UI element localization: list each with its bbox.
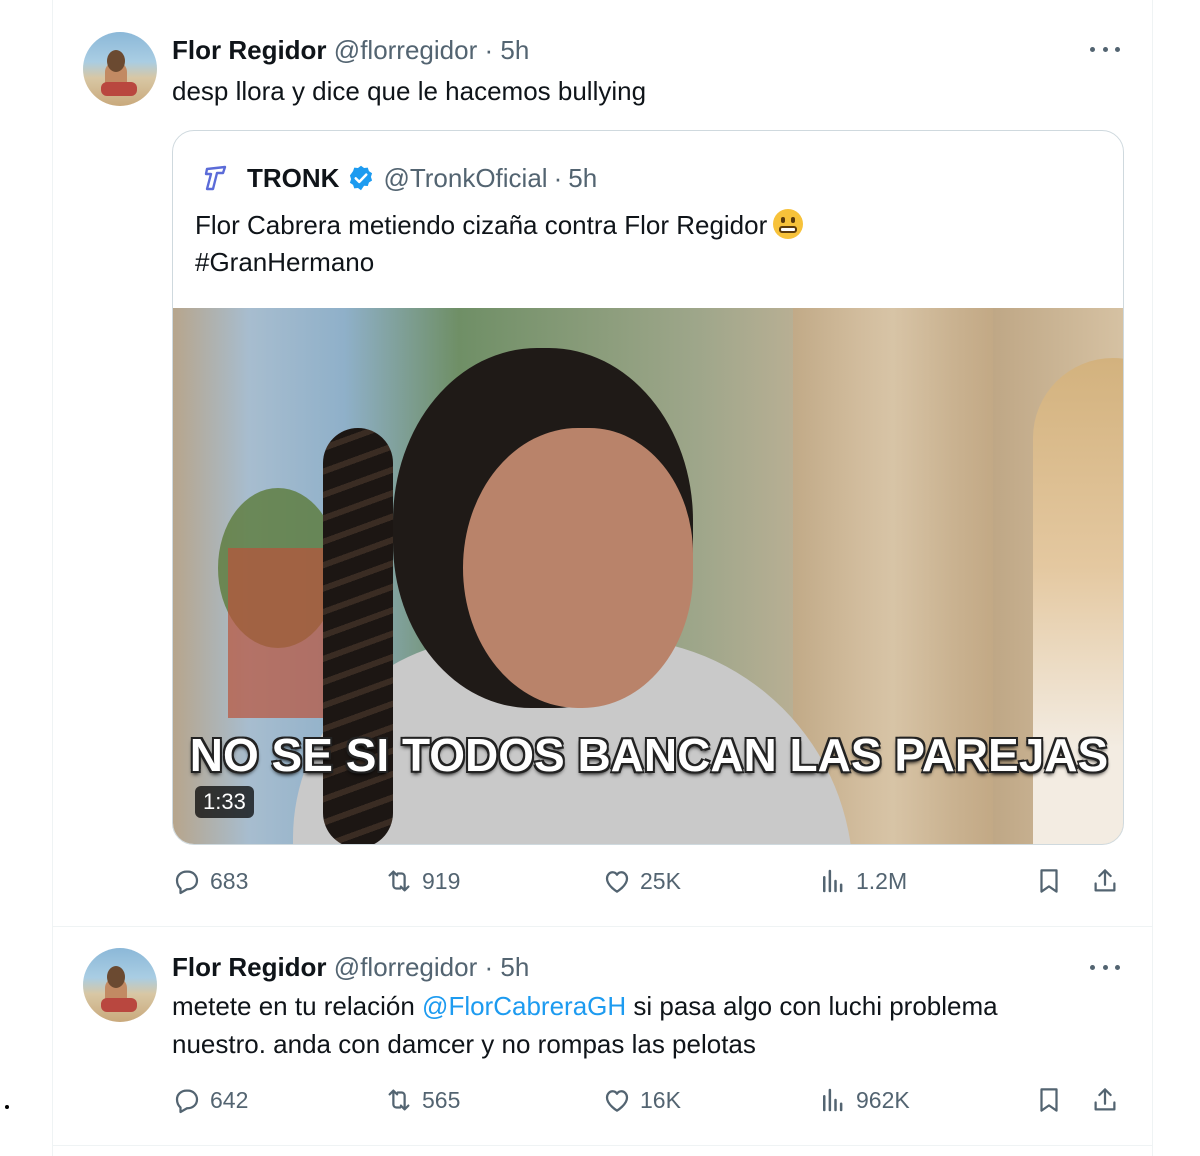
views-count: 962K	[856, 1086, 910, 1113]
repost-icon	[388, 870, 410, 892]
reply-icon	[175, 1089, 199, 1114]
quote-author-handle[interactable]: @TronkOficial	[383, 163, 547, 194]
tweet-text: metete en tu relación @FlorCabreraGH si …	[172, 987, 1092, 1063]
author-name[interactable]: Flor Regidor	[172, 952, 327, 982]
tweet[interactable]: Flor Regidor @florregidor · 5h desp llor…	[53, 0, 1152, 927]
like-button[interactable]: 25K	[602, 866, 681, 896]
quoted-tweet[interactable]: TRONK @TronkOficial · 5h Flor Cabrera me…	[172, 130, 1124, 845]
repost-count: 565	[422, 1086, 461, 1113]
separator: ·	[553, 162, 563, 193]
like-count: 16K	[640, 1086, 681, 1113]
share-icon	[1094, 869, 1116, 892]
author-handle[interactable]: @florregidor	[334, 952, 477, 982]
grimacing-face-icon	[773, 209, 804, 239]
verified-badge-icon	[350, 165, 373, 191]
quote-author-name[interactable]: TRONK	[247, 163, 339, 194]
reply-count: 642	[210, 1086, 249, 1113]
tweet-header: Flor Regidor @florregidor · 5h	[172, 35, 529, 66]
timestamp[interactable]: 5h	[500, 35, 529, 65]
like-count: 25K	[640, 867, 681, 894]
tweet-text: desp llora y dice que le hacemos bullyin…	[172, 76, 647, 106]
hashtag[interactable]: #GranHermano	[195, 247, 374, 277]
quote-header: TRONK @TronkOficial · 5h	[201, 161, 597, 195]
views-count: 1.2M	[856, 867, 908, 894]
share-button[interactable]	[1090, 1085, 1128, 1115]
like-button[interactable]: 16K	[602, 1085, 681, 1115]
author-handle[interactable]: @florregidor	[334, 35, 477, 65]
reply-button[interactable]: 642	[172, 1085, 248, 1115]
bookmark-button[interactable]	[1034, 866, 1072, 896]
like-icon	[605, 1090, 629, 1112]
video-caption: NO SE SI TODOS BANCAN LAS PAREJAS	[189, 729, 1109, 781]
video-player[interactable]: NO SE SI TODOS BANCAN LAS PAREJAS 1:33	[173, 308, 1123, 844]
views-button[interactable]: 962K	[818, 1085, 910, 1115]
author-name[interactable]: Flor Regidor	[172, 35, 327, 65]
quote-timestamp[interactable]: 5h	[568, 163, 597, 194]
reply-count: 683	[210, 867, 249, 894]
mention-link[interactable]: @FlorCabreraGH	[422, 991, 626, 1021]
bookmark-icon	[1040, 869, 1058, 893]
repost-button[interactable]: 919	[384, 866, 460, 896]
repost-count: 919	[422, 867, 461, 894]
views-button[interactable]: 1.2M	[818, 866, 907, 896]
tronk-logo-icon	[204, 165, 227, 191]
tweet-text-part: metete en tu relación	[172, 991, 423, 1021]
repost-button[interactable]: 565	[384, 1085, 460, 1115]
share-button[interactable]	[1090, 866, 1128, 896]
avatar[interactable]	[83, 32, 157, 106]
repost-icon	[388, 1089, 410, 1111]
more-icon[interactable]	[1090, 960, 1120, 974]
quote-text: Flor Cabrera metiendo cizaña contra Flor…	[195, 207, 804, 281]
separator: ·	[484, 35, 494, 65]
views-icon	[823, 869, 843, 893]
bookmark-icon	[1040, 1088, 1058, 1112]
action-bar: 683 919 25K 1.2M	[172, 866, 1132, 906]
video-duration: 1:33	[195, 786, 254, 818]
tweet[interactable]: Flor Regidor @florregidor · 5h metete en…	[53, 927, 1152, 1146]
more-icon[interactable]	[1090, 42, 1120, 56]
like-icon	[605, 871, 629, 893]
timestamp[interactable]: 5h	[500, 952, 529, 982]
bookmark-button[interactable]	[1034, 1085, 1072, 1115]
separator: ·	[484, 952, 494, 982]
reply-icon	[175, 870, 199, 895]
stray-dot	[5, 1105, 9, 1109]
reply-button[interactable]: 683	[172, 866, 248, 896]
tweet-header: Flor Regidor @florregidor · 5h	[172, 952, 529, 983]
timeline: Flor Regidor @florregidor · 5h desp llor…	[52, 0, 1153, 1156]
share-icon	[1094, 1088, 1116, 1111]
views-icon	[823, 1088, 843, 1112]
avatar[interactable]	[83, 948, 157, 1022]
action-bar: 642 565 16K 962K	[172, 1085, 1132, 1125]
quote-text-line1: Flor Cabrera metiendo cizaña contra Flor…	[195, 210, 768, 240]
